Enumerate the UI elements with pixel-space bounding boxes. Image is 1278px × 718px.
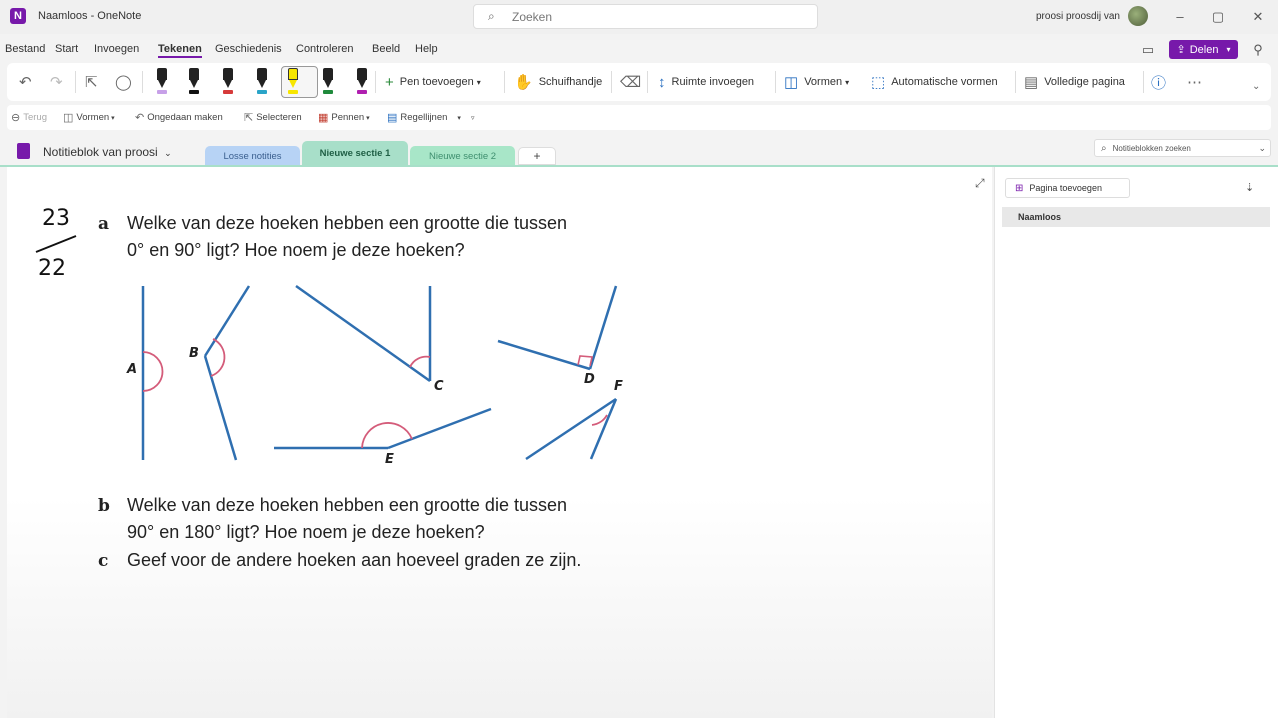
- add-page-icon: ⊞: [1015, 182, 1024, 194]
- angle-arc: [409, 355, 431, 368]
- angle-arc: [142, 351, 164, 392]
- question-c-line1: Geef voor de andere hoeken aan hoeveel g…: [127, 550, 582, 570]
- angle-label-a: A: [127, 362, 138, 377]
- right-angle-marker: [577, 355, 593, 367]
- page-list-item[interactable]: Naamloos: [1002, 207, 1270, 227]
- angle-label-c: C: [434, 379, 444, 394]
- angle-arc: [361, 422, 413, 449]
- angle-label-d: D: [584, 372, 595, 387]
- sort-icon[interactable]: ⇣: [1245, 181, 1254, 194]
- angle-label-f: F: [614, 379, 623, 394]
- angle-label-b: B: [189, 346, 199, 361]
- add-page-label: Pagina toevoegen: [1029, 183, 1102, 193]
- question-b-letter: b: [98, 496, 110, 516]
- question-b-line2: 90° en 180° ligt? Hoe noem je deze hoeke…: [127, 522, 485, 542]
- angle-ray: [588, 285, 618, 370]
- angle-ray: [203, 285, 251, 357]
- angle-label-e: E: [385, 452, 394, 467]
- question-c-letter: c: [98, 551, 109, 571]
- question-b-line1: Welke van deze hoeken hebben een grootte…: [127, 495, 567, 515]
- add-page-button[interactable]: ⊞ Pagina toevoegen: [1005, 178, 1130, 198]
- angle-ray: [497, 339, 591, 371]
- pages-pane: [994, 167, 1278, 718]
- angle-ray: [203, 355, 238, 461]
